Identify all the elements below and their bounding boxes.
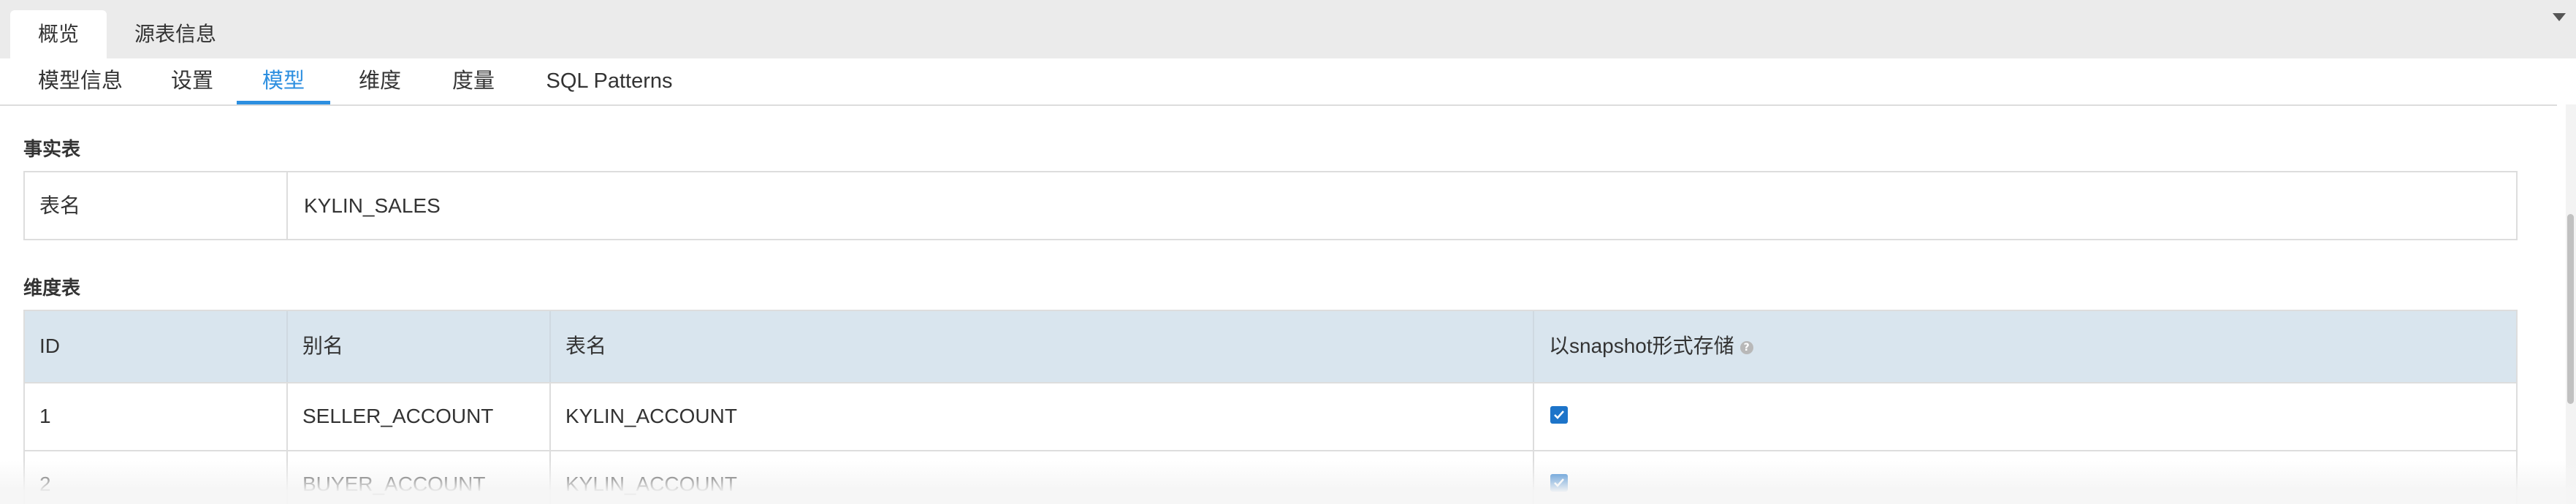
fact-table-title: 事实表 (23, 138, 81, 160)
tab-source-table-info[interactable]: 源表信息 (117, 10, 234, 58)
header-snapshot: 以snapshot形式存储? (1534, 311, 2516, 382)
tab-measures[interactable]: 度量 (451, 58, 495, 104)
scrollbar-thumb[interactable] (2567, 214, 2574, 404)
collapse-arrow-icon[interactable] (2553, 13, 2566, 21)
page: 概览 源表信息 模型信息 设置 模型 维度 度量 SQL Patterns 事实… (0, 0, 2576, 504)
help-icon[interactable]: ? (1739, 340, 1753, 354)
snapshot-checkbox[interactable] (1550, 406, 1568, 424)
tab-model[interactable]: 模型 (237, 58, 330, 104)
tab-dimensions[interactable]: 维度 (358, 58, 402, 104)
row-table-name: KYLIN_ACCOUNT (551, 382, 1534, 450)
checkmark-icon (1554, 411, 1564, 419)
tab-model-info[interactable]: 模型信息 (38, 58, 123, 104)
row-snapshot-cell (1534, 382, 2516, 450)
top-tab-bar: 概览 源表信息 (0, 0, 2576, 58)
fact-table: 表名 KYLIN_SALES (23, 171, 2518, 240)
fact-table-value: KYLIN_SALES (304, 194, 441, 217)
header-alias: 别名 (288, 311, 551, 382)
header-snapshot-label: 以snapshot形式存储 (1549, 335, 1734, 357)
table-row: 1 SELLER_ACCOUNT KYLIN_ACCOUNT (25, 382, 2516, 451)
header-id: ID (25, 311, 288, 382)
dimension-table-title: 维度表 (23, 277, 81, 299)
tab-sql-patterns[interactable]: SQL Patterns (545, 58, 674, 104)
header-table-name: 表名 (551, 311, 1534, 382)
fact-table-label: 表名 (25, 172, 288, 239)
tab-settings[interactable]: 设置 (170, 58, 214, 104)
tab-overview[interactable]: 概览 (10, 10, 107, 58)
sub-tab-bar: 模型信息 设置 模型 维度 度量 SQL Patterns (0, 58, 2557, 106)
row-id: 1 (25, 382, 288, 450)
vertical-scrollbar[interactable] (2566, 104, 2576, 504)
table-header-row: ID 别名 表名 以snapshot形式存储? (25, 311, 2516, 383)
active-tab-indicator (237, 101, 330, 104)
row-alias: SELLER_ACCOUNT (288, 382, 551, 450)
bottom-fade-overlay (0, 460, 2576, 504)
